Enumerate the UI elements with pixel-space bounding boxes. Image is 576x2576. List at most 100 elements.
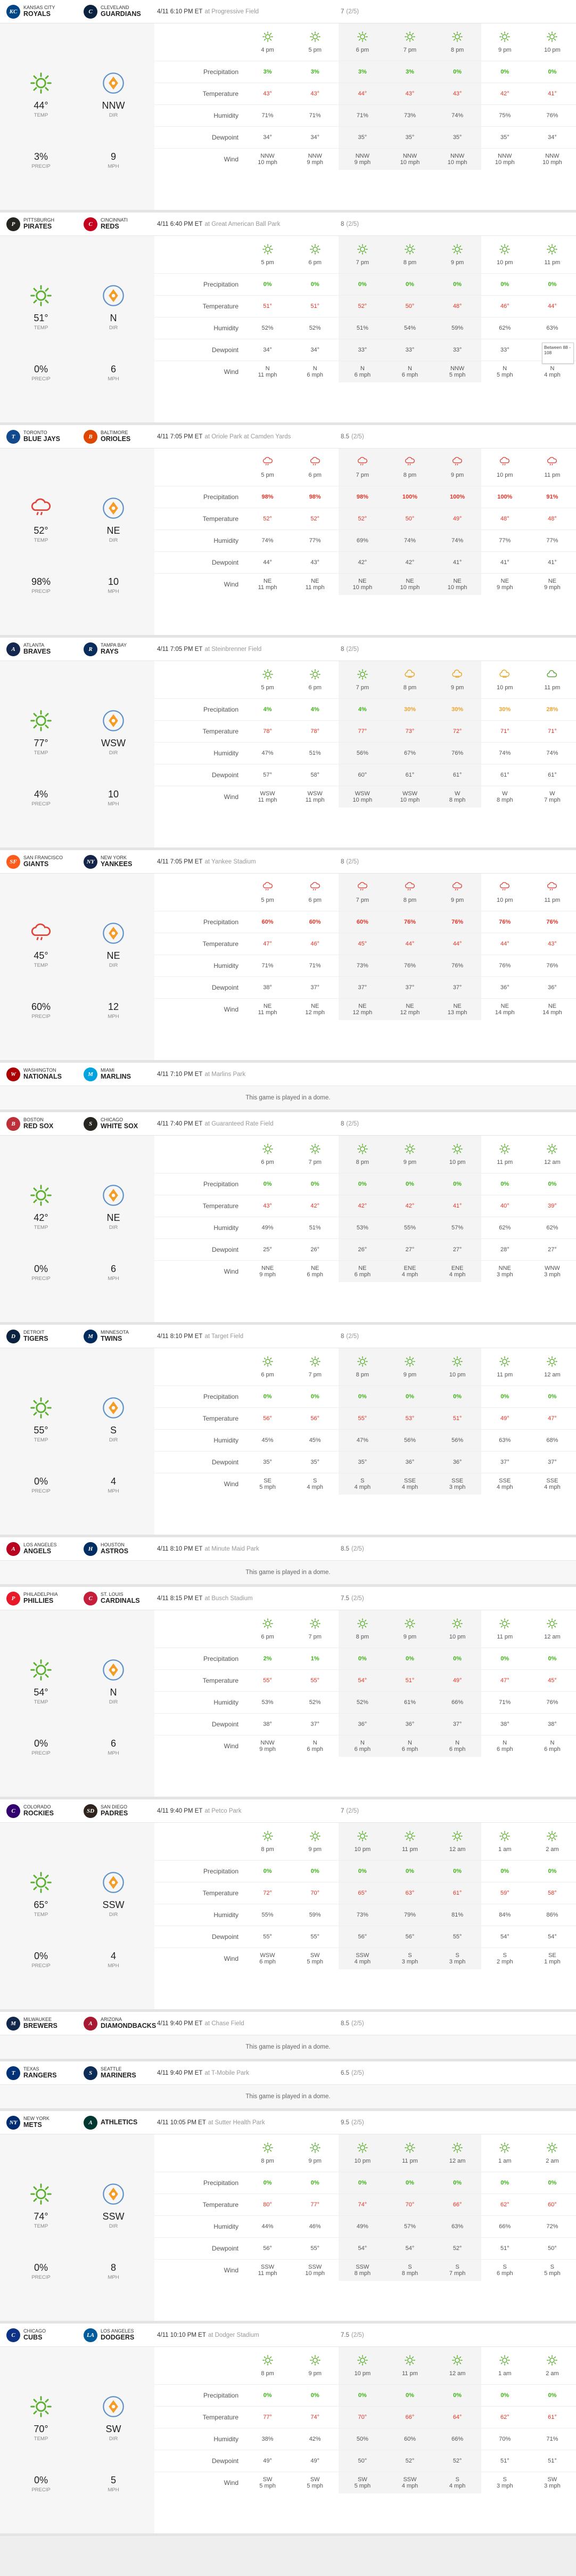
summary-temp: 51° TEMP	[12, 284, 70, 331]
over-under-value: 8	[341, 858, 344, 865]
row-label: Wind	[154, 1947, 244, 1969]
game-card: B Boston Red Sox S Chicago White Sox 4/11 7:40…	[0, 1112, 576, 1325]
team-logo: S	[84, 1116, 97, 1131]
sun-icon	[386, 1618, 433, 1629]
cell-dew: 36°	[386, 1713, 434, 1735]
cell-humid: 62%	[528, 1216, 576, 1238]
hour-header: 1 am	[481, 1823, 529, 1860]
row-label: Wind	[154, 1734, 244, 1757]
hour-header: 9 pm	[386, 1610, 434, 1648]
team-logo: C	[84, 217, 97, 231]
home-team[interactable]: S Seattle Mariners	[77, 2066, 154, 2080]
cell-precip: 0%	[244, 1172, 292, 1195]
over-under-value: 8	[341, 1120, 344, 1127]
game-time-text: 4/11 7:05 PM ET	[157, 858, 203, 865]
cell-humid: 47%	[244, 741, 292, 764]
away-team[interactable]: M Milwaukee Brewers	[0, 2016, 77, 2031]
cell-humid: 61%	[386, 1691, 434, 1713]
home-team[interactable]: C St. Louis Cardinals	[77, 1591, 154, 1605]
cell-humid: 59%	[291, 1903, 339, 1926]
home-team[interactable]: SD San Diego Padres	[77, 1804, 154, 1818]
cell-dew: 35°	[481, 126, 529, 148]
away-team[interactable]: D Detroit Tigers	[0, 1329, 77, 1343]
hourly-table: 6 pm 7 pm 8 pm 9 pm 10 pm 11 pm 12 am Precipita…	[154, 1610, 576, 1797]
hourly-table: 6 pm 7 pm 8 pm 9 pm 10 pm 11 pm 12 am Precipita…	[154, 1136, 576, 1322]
game-weather: 42° TEMP NE DIR 0% PRECIP 6 MPH 6 pm 7 pm 8 pm 9 pm…	[0, 1136, 576, 1322]
away-team[interactable]: T Texas Rangers	[0, 2066, 77, 2080]
away-team[interactable]: T Toronto Blue Jays	[0, 429, 77, 444]
cloud-icon	[434, 669, 481, 680]
cell-wind: NE 9 mph	[481, 573, 529, 595]
over-under: 7 (2/5)	[341, 1808, 359, 1814]
away-team[interactable]: A Atlanta Braves	[0, 642, 77, 656]
hour-header: 7 pm	[339, 236, 386, 273]
row-dew: Dewpoint 57° 58° 60° 61° 61° 61° 61°	[154, 763, 576, 786]
away-team[interactable]: P Philadelphia Phillies	[0, 1591, 77, 1605]
cell-precip: 0%	[386, 1385, 434, 1407]
hour-header: 7 pm	[386, 23, 434, 61]
team-name: Pirates	[23, 222, 52, 230]
cell-wind: ENE 4 mph	[433, 1260, 481, 1282]
sun-icon	[386, 2142, 433, 2154]
cell-precip: 0%	[291, 1385, 339, 1407]
sun-icon	[244, 31, 291, 43]
home-team[interactable]: R Tampa Bay Rays	[77, 642, 154, 656]
cell-humid: 51%	[339, 316, 386, 339]
row-dew: Dewpoint 38° 37° 36° 36° 37° 38° 38°	[154, 1713, 576, 1735]
row-label: Precipitation	[154, 60, 244, 83]
summary-wind-dir: S DIR	[84, 1396, 143, 1443]
cell-temp: 58°	[528, 1881, 576, 1904]
home-team[interactable]: NY New York Yankees	[77, 854, 154, 869]
away-team[interactable]: C Colorado Rockies	[0, 1804, 77, 1818]
hour-header: 11 pm	[481, 1136, 529, 1173]
away-team[interactable]: C Chicago Cubs	[0, 2328, 77, 2342]
cell-humid: 86%	[528, 1903, 576, 1926]
away-team[interactable]: NY New York Mets	[0, 2115, 77, 2130]
cell-dew: 33°	[339, 338, 386, 361]
hour-header: 10 pm	[481, 449, 529, 486]
away-team[interactable]: W Washington Nationals	[0, 1067, 77, 1081]
cell-dew: 35°	[244, 1450, 292, 1473]
summary-temp-icon	[12, 1658, 70, 1682]
cell-wind: N 5 mph	[481, 360, 529, 382]
home-team[interactable]: A Athletics	[77, 2115, 154, 2130]
summary-temp: 42° TEMP	[12, 1184, 70, 1230]
home-team[interactable]: A Arizona Diamondbacks	[77, 2016, 156, 2031]
row-label: Humidity	[154, 529, 244, 551]
away-team[interactable]: B Boston Red Sox	[0, 1116, 77, 1131]
away-team[interactable]: A Los Angeles Angels	[0, 1542, 77, 1556]
home-team[interactable]: C Cleveland Guardians	[77, 4, 154, 19]
hour-header: 11 pm	[529, 449, 576, 486]
cell-humid: 84%	[481, 1903, 529, 1926]
away-team[interactable]: P Pittsburgh Pirates	[0, 217, 77, 231]
home-team[interactable]: M Minnesota Twins	[77, 1329, 154, 1343]
over-under	[341, 1071, 343, 1078]
home-team[interactable]: B Baltimore Orioles	[77, 429, 154, 444]
away-team[interactable]: KC Kansas City Royals	[0, 4, 77, 19]
hour-header: 10 pm	[481, 874, 529, 911]
row-label: Temperature	[154, 932, 244, 955]
summary-wind-dir-icon	[84, 71, 143, 95]
cell-wind: NE 11 mph	[244, 998, 292, 1020]
cell-humid: 55%	[386, 1216, 434, 1238]
cell-temp: 71°	[528, 720, 576, 742]
hour-header: 8 pm	[244, 1823, 291, 1860]
summary-wind-speed: 6 MPH	[108, 1738, 119, 1756]
hour-header: 10 pm	[433, 1348, 481, 1385]
home-team[interactable]: LA Los Angeles Dodgers	[77, 2328, 154, 2342]
away-team[interactable]: SF San Francisco Giants	[0, 854, 77, 869]
cell-temp: 55°	[339, 1407, 386, 1429]
home-team[interactable]: M Miami Marlins	[77, 1067, 154, 1081]
home-team[interactable]: C Cincinnati Reds	[77, 217, 154, 231]
cell-wind: N 6 mph	[386, 360, 434, 382]
home-team[interactable]: H Houston Astros	[77, 1542, 154, 1556]
venue-name: at Target Field	[204, 1333, 244, 1340]
row-label: Wind	[154, 573, 244, 595]
row-temp: Temperature 78° 78° 77° 73° 72° 71° 71°	[154, 720, 576, 742]
sun-icon	[386, 243, 433, 255]
summary-precip: 0% PRECIP	[31, 2262, 51, 2280]
cell-precip: 0%	[244, 1860, 292, 1882]
cell-humid: 53%	[339, 1216, 386, 1238]
home-team[interactable]: S Chicago White Sox	[77, 1116, 154, 1131]
row-label: Temperature	[154, 720, 244, 742]
